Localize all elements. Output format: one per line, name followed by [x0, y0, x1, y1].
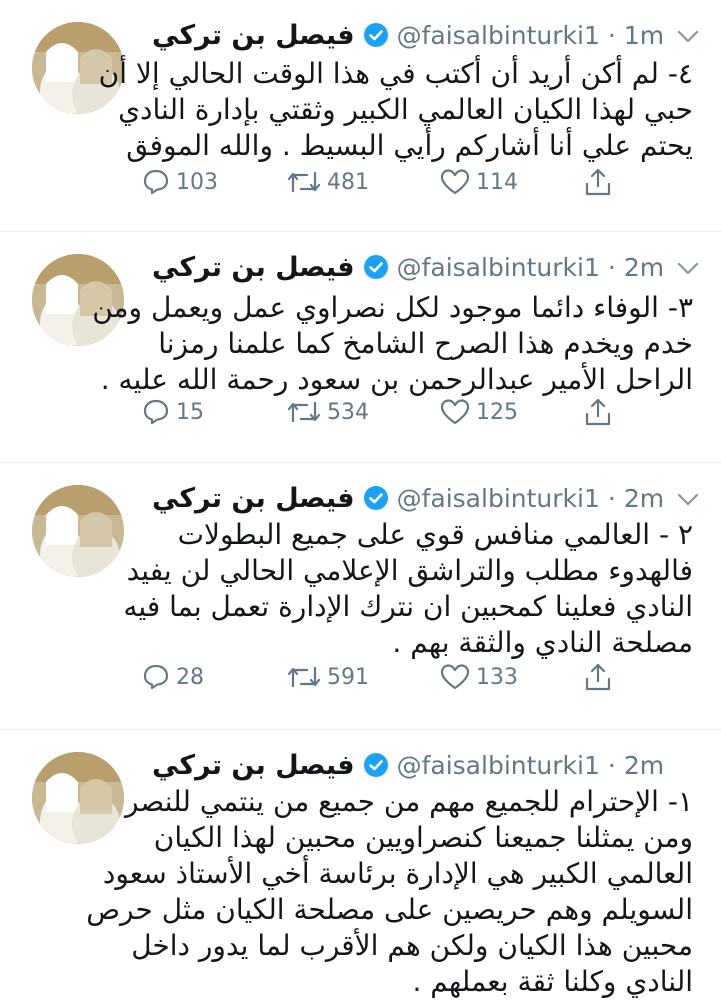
tweet-text-line: خدم ويخدم هذا الصرح الشامخ كما علمنا رمز…	[158, 327, 693, 360]
retweet-icon	[287, 399, 321, 425]
timestamp[interactable]: 1m	[624, 21, 664, 50]
reply-count: 103	[176, 169, 218, 195]
tweet-header: فيصل بن تركي @faisalbinturki1 · 2m	[142, 748, 701, 782]
share-button[interactable]	[584, 397, 612, 427]
tweet-text-line: ١- الإحترام للجميع مهم من جميع من ينتمي …	[124, 785, 693, 818]
tweet[interactable]: فيصل بن تركي @faisalbinturki1 · 2m ١- ال…	[0, 730, 721, 1000]
tweet-feed: فيصل بن تركي @faisalbinturki1 · 1m ٤- لم…	[0, 0, 721, 1000]
reply-button[interactable]: 15	[142, 398, 204, 426]
tweet-text-line: يحتم علي أنا أشاركم رأيي البسيط . والله …	[126, 129, 693, 162]
tweet[interactable]: فيصل بن تركي @faisalbinturki1 · 2m ٢ - ا…	[0, 463, 721, 730]
share-icon	[584, 662, 612, 692]
tweet-text: ٤- لم أكن أريد أن أكتب في هذا الوقت الحا…	[98, 56, 693, 164]
retweet-icon	[287, 169, 321, 195]
separator-dot: ·	[607, 750, 616, 780]
reply-count: 15	[176, 399, 204, 425]
separator-dot: ·	[607, 20, 616, 50]
tweet-text: ٣- الوفاء دائما موجود لكل نصراوي عمل ويع…	[92, 290, 693, 398]
user-handle[interactable]: @faisalbinturki1	[397, 21, 600, 50]
display-name[interactable]: فيصل بن تركي	[152, 750, 355, 781]
tweet[interactable]: فيصل بن تركي @faisalbinturki1 · 1m ٤- لم…	[0, 0, 721, 232]
retweet-button[interactable]: 591	[287, 664, 369, 690]
share-button[interactable]	[584, 662, 612, 692]
tweet-header: فيصل بن تركي @faisalbinturki1 · 2m	[142, 481, 701, 515]
verified-badge-icon	[363, 485, 389, 511]
retweet-button[interactable]: 481	[287, 169, 369, 195]
tweet-text-line: ومن يمثلنا جميعنا كنصراويين محبين لهذا ا…	[153, 821, 693, 854]
tweet-text-line: العالمي الكبير هي الإدارة برئاسة أخي الأ…	[102, 857, 693, 890]
like-button[interactable]: 125	[440, 398, 518, 426]
tweet-text-line: النادي فعلينا كمحبين ان نترك الإدارة تعم…	[123, 590, 693, 623]
verified-badge-icon	[363, 22, 389, 48]
tweet-meta: فيصل بن تركي @faisalbinturki1 · 2m	[142, 750, 664, 781]
retweet-button[interactable]: 534	[287, 399, 369, 425]
retweet-count: 534	[327, 399, 369, 425]
like-count: 114	[476, 169, 518, 195]
user-handle[interactable]: @faisalbinturki1	[397, 484, 600, 513]
share-icon	[584, 397, 612, 427]
heart-icon	[440, 663, 470, 691]
display-name[interactable]: فيصل بن تركي	[152, 252, 355, 283]
tweet-text-line: الراحل الأمير عبدالرحمن بن سعود رحمة الل…	[100, 363, 693, 396]
like-count: 133	[476, 664, 518, 690]
separator-dot: ·	[607, 252, 616, 282]
chevron-down-icon[interactable]	[677, 493, 699, 507]
heart-icon	[440, 168, 470, 196]
display-name[interactable]: فيصل بن تركي	[152, 483, 355, 514]
verified-badge-icon	[363, 254, 389, 280]
share-icon	[584, 167, 612, 197]
tweet-text: ١- الإحترام للجميع مهم من جميع من ينتمي …	[86, 784, 693, 1000]
reply-icon	[142, 398, 170, 426]
tweet[interactable]: فيصل بن تركي @faisalbinturki1 · 2m ٣- ال…	[0, 232, 721, 463]
user-handle[interactable]: @faisalbinturki1	[397, 253, 600, 282]
avatar[interactable]	[32, 485, 124, 577]
avatar[interactable]	[32, 752, 124, 844]
like-button[interactable]: 114	[440, 168, 518, 196]
tweet-text-line: النادي وكلنا ثقة بعملهم .	[412, 965, 693, 998]
tweet-header: فيصل بن تركي @faisalbinturki1 · 1m	[142, 18, 701, 52]
retweet-count: 481	[327, 169, 369, 195]
reply-button[interactable]: 103	[142, 168, 218, 196]
tweet-text-line: السويلم وهم حريصين على مصلحة الكيان مثل …	[86, 893, 693, 926]
tweet-meta: فيصل بن تركي @faisalbinturki1 · 2m	[142, 252, 664, 283]
tweet-text-line: ٤- لم أكن أريد أن أكتب في هذا الوقت الحا…	[98, 57, 693, 90]
reply-icon	[142, 168, 170, 196]
tweet-meta: فيصل بن تركي @faisalbinturki1 · 1m	[142, 20, 664, 51]
tweet-text-line: فالهدوء مطلب والتراشق الإعلامي الحالي لن…	[126, 554, 693, 587]
tweet-text-line: ٢ - العالمي منافس قوي على جميع البطولات	[177, 518, 693, 551]
user-handle[interactable]: @faisalbinturki1	[397, 751, 600, 780]
tweet-meta: فيصل بن تركي @faisalbinturki1 · 2m	[142, 483, 664, 514]
reply-icon	[142, 663, 170, 691]
timestamp[interactable]: 2m	[624, 751, 664, 780]
tweet-text-line: مصلحة النادي والثقة بهم .	[392, 626, 693, 659]
heart-icon	[440, 398, 470, 426]
timestamp[interactable]: 2m	[624, 253, 664, 282]
retweet-icon	[287, 664, 321, 690]
reply-button[interactable]: 28	[142, 663, 204, 691]
like-count: 125	[476, 399, 518, 425]
reply-count: 28	[176, 664, 204, 690]
verified-badge-icon	[363, 752, 389, 778]
tweet-text-line: حبي لهذا الكيان العالمي الكبير وثقتي بإد…	[118, 93, 693, 126]
tweet-text-line: ٣- الوفاء دائما موجود لكل نصراوي عمل ويع…	[92, 291, 693, 324]
like-button[interactable]: 133	[440, 663, 518, 691]
timestamp[interactable]: 2m	[624, 484, 664, 513]
display-name[interactable]: فيصل بن تركي	[152, 20, 355, 51]
separator-dot: ·	[607, 483, 616, 513]
tweet-text: ٢ - العالمي منافس قوي على جميع البطولات …	[123, 517, 693, 661]
chevron-down-icon[interactable]	[677, 30, 699, 44]
tweet-text-line: محبين هذا الكيان ولكن هم الأقرب لما يدور…	[131, 929, 693, 962]
retweet-count: 591	[327, 664, 369, 690]
tweet-header: فيصل بن تركي @faisalbinturki1 · 2m	[142, 250, 701, 284]
share-button[interactable]	[584, 167, 612, 197]
chevron-down-icon[interactable]	[677, 262, 699, 276]
